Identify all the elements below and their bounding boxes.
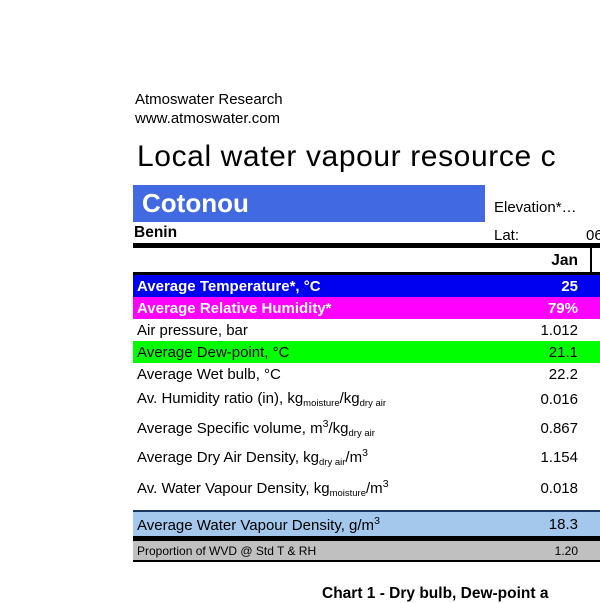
row-value: 25 (561, 277, 578, 295)
row-label: Average Specific volume, m3/kgdry air (137, 418, 375, 439)
row-value: 1.154 (540, 449, 578, 466)
table-row: Average Relative Humidity* 79% (133, 297, 600, 319)
row-value: 0.867 (540, 420, 578, 437)
divider-thick (133, 243, 600, 248)
page-title: Local water vapour resource c (137, 140, 557, 173)
table-row: Average Water Vapour Density, g/m3 18.3 (133, 510, 600, 541)
row-value: 1.20 (554, 543, 578, 558)
row-label: Average Dew-point, °C (137, 343, 290, 361)
row-label: Average Water Vapour Density, g/m3 (137, 514, 380, 534)
row-label: Av. Humidity ratio (in), kgmoisture/kgdr… (137, 390, 387, 409)
table-row: Av. Humidity ratio (in), kgmoisture/kgdr… (133, 385, 600, 414)
row-label: Air pressure, bar (137, 321, 248, 339)
row-label: Average Wet bulb, °C (137, 365, 281, 383)
row-value: 22.2 (548, 365, 578, 383)
row-label: Average Temperature*, °C (137, 277, 321, 295)
table-row: Average Wet bulb, °C 22.2 (133, 363, 600, 385)
month-label: Jan (551, 252, 578, 269)
data-table: Average Temperature*, °C 25 Average Relati… (133, 275, 600, 562)
latitude-label: Lat: (494, 227, 520, 244)
latitude-value: 06 (586, 227, 600, 244)
row-label: Average Relative Humidity* (137, 299, 332, 317)
table-row: Average Dew-point, °C 21.1 (133, 341, 600, 363)
row-value: 21.1 (548, 343, 578, 361)
row-value: 18.3 (548, 515, 578, 533)
city-banner: Cotonou (133, 185, 485, 222)
row-value: 1.012 (540, 321, 578, 339)
table-row: Proportion of WVD @ Std T & RH 1.20 (133, 541, 600, 562)
row-value: 0.018 (540, 479, 578, 497)
city-name: Cotonou (142, 188, 249, 218)
country-name: Benin (134, 224, 178, 241)
table-row: Average Temperature*, °C 25 (133, 275, 600, 297)
table-row: Average Specific volume, m3/kgdry air 0.8… (133, 414, 600, 443)
row-value: 79% (547, 299, 578, 317)
column-divider (590, 248, 592, 275)
column-header-jan: Jan (133, 249, 600, 272)
table-row: Average Dry Air Density, kgdry air/m3 1.1… (133, 443, 600, 472)
org-url: www.atmoswater.com (135, 110, 281, 127)
row-label: Av. Water Vapour Density, kgmoisture/m3 (137, 477, 389, 499)
chart-caption: Chart 1 - Dry bulb, Dew-point a (322, 585, 549, 602)
row-value: 0.016 (540, 391, 578, 408)
row-label: Average Dry Air Density, kgdry air/m3 (137, 447, 368, 468)
row-label: Proportion of WVD @ Std T & RH (137, 543, 317, 558)
elevation-label: Elevation*… (494, 199, 577, 216)
table-row: Av. Water Vapour Density, kgmoisture/m3 0… (133, 472, 600, 504)
org-name: Atmoswater Research (135, 91, 283, 108)
table-row: Air pressure, bar 1.012 (133, 319, 600, 341)
